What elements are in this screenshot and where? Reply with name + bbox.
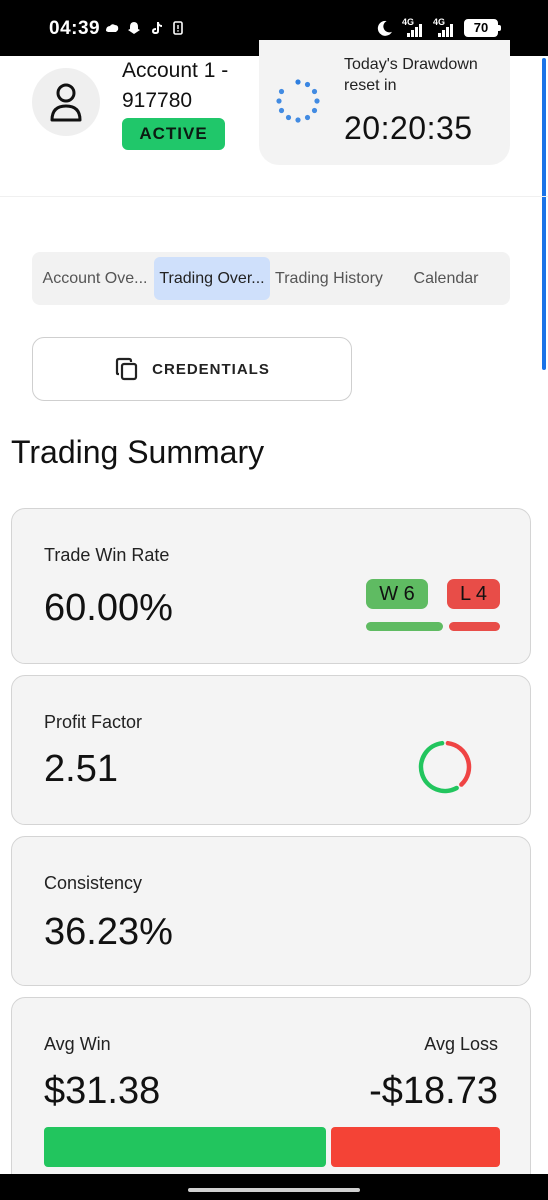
- consistency-value: 36.23%: [44, 911, 173, 953]
- avg-win-label: Avg Win: [44, 1034, 111, 1054]
- win-rate-card: Trade Win Rate 60.00% W 6 L 4: [11, 508, 531, 664]
- tab-account-overview[interactable]: Account Ove...: [36, 257, 154, 300]
- signal-icon: 4G: [433, 17, 455, 37]
- alert-card-icon: [173, 21, 183, 35]
- status-time: 04:39: [49, 18, 101, 39]
- loss-bar: [448, 622, 500, 631]
- win-loss-bar: [366, 622, 500, 631]
- avg-win-loss-bar: [44, 1127, 500, 1167]
- divider: [0, 196, 548, 197]
- profit-factor-card: Profit Factor 2.51: [11, 675, 531, 825]
- account-name: Account 1 - 917780: [122, 59, 229, 112]
- system-icons: 4G 4G 70: [376, 17, 501, 37]
- avg-win-loss-card: Avg Win Avg Loss $31.38 -$18.73: [11, 997, 531, 1200]
- wins-badge: W 6: [366, 579, 428, 609]
- status-badge: ACTIVE: [122, 118, 225, 150]
- signal-icon: 4G: [402, 17, 424, 37]
- avg-win-value: $31.38: [44, 1070, 161, 1112]
- avg-loss-value: -$18.73: [369, 1070, 498, 1112]
- home-gesture-handle[interactable]: [188, 1188, 360, 1192]
- copy-icon: [116, 357, 138, 381]
- win-rate-label: Trade Win Rate: [44, 545, 170, 565]
- snapchat-icon: [128, 22, 140, 34]
- cloud-game-icon: [106, 24, 119, 32]
- drawdown-countdown: 20:20:35: [344, 110, 473, 146]
- consistency-label: Consistency: [44, 873, 143, 893]
- avg-loss-bar: [331, 1127, 500, 1167]
- win-bar: [366, 622, 443, 631]
- losses-badge: L 4: [447, 579, 500, 609]
- win-rate-value: 60.00%: [44, 587, 173, 629]
- avg-win-bar: [44, 1127, 327, 1167]
- profit-factor-label: Profit Factor: [44, 712, 143, 732]
- ring-win-segment: [418, 740, 459, 794]
- tiktok-icon: [152, 22, 162, 34]
- navigation-bar: [0, 1174, 548, 1200]
- credentials-label: CREDENTIALS: [152, 360, 270, 378]
- loading-spinner-icon: [276, 79, 320, 123]
- drawdown-label: Today's Drawdown reset in: [344, 56, 478, 94]
- avatar[interactable]: [32, 68, 100, 136]
- profit-factor-ring: [418, 740, 472, 794]
- tab-trading-overview[interactable]: Trading Over...: [154, 257, 270, 300]
- section-title: Trading Summary: [11, 434, 265, 470]
- credentials-button[interactable]: CREDENTIALS: [32, 337, 352, 401]
- tab-bar: Account Ove... Trading Over... Trading H…: [32, 252, 510, 305]
- consistency-card: Consistency 36.23%: [11, 836, 531, 986]
- user-icon: [50, 83, 82, 122]
- scroll-indicator[interactable]: [542, 58, 546, 370]
- avg-loss-label: Avg Loss: [424, 1034, 498, 1054]
- profit-factor-value: 2.51: [44, 748, 118, 790]
- drawdown-reset-card: Today's Drawdown reset in 20:20:35: [259, 40, 510, 165]
- tab-trading-history[interactable]: Trading History: [270, 257, 388, 300]
- ring-loss-segment: [445, 740, 472, 787]
- notification-icons: [104, 20, 186, 36]
- moon-icon: [377, 20, 392, 36]
- battery-icon: 70: [464, 19, 501, 37]
- tab-calendar[interactable]: Calendar: [394, 257, 498, 300]
